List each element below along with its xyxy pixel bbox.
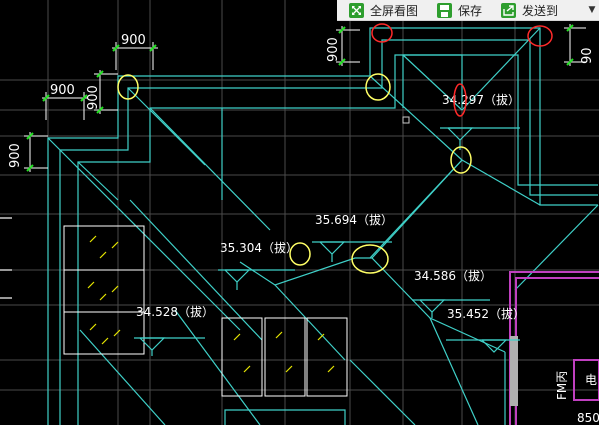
glazing-hatch xyxy=(87,235,335,373)
wall-lines xyxy=(509,271,599,425)
send-icon xyxy=(501,2,517,18)
dimension-label-top: 900 xyxy=(121,33,146,48)
room-label-fm: FM丙 xyxy=(555,371,569,400)
fullscreen-label: 全屏看图 xyxy=(370,3,419,18)
dimension-label-vertical-3: 900 xyxy=(326,37,341,62)
send-to-button[interactable]: 发送到 xyxy=(489,0,565,20)
send-label: 发送到 xyxy=(522,3,559,18)
elevation-label-4: 34.586（拔） xyxy=(414,268,492,283)
save-button[interactable]: 保存 xyxy=(425,0,489,20)
dimension-label-left: 900 xyxy=(50,83,75,98)
room-label-elec: 电 xyxy=(585,373,597,387)
fullscreen-icon xyxy=(349,2,364,18)
axis-ticks xyxy=(0,217,12,299)
room-label-num: 850 xyxy=(577,411,599,425)
fullscreen-button[interactable]: 全屏看图 xyxy=(337,0,425,20)
elevation-label-6: 35.452（拔） xyxy=(447,306,525,321)
save-icon xyxy=(437,2,453,18)
snap-marker xyxy=(402,116,410,124)
elevation-label-2: 35.694（拔） xyxy=(315,212,393,227)
elevation-label-5: 34.528（拔） xyxy=(136,304,214,319)
cad-drawing-canvas[interactable]: 34.297（拔） 35.694（拔） 35.304（拔） 34.586（拔） … xyxy=(0,0,599,425)
dimension-label-vertical-4: 90 xyxy=(580,47,595,64)
viewer-toolbar: 全屏看图 保存 发送到 ▼ xyxy=(337,0,599,21)
wall-block xyxy=(510,336,518,406)
dimension-label-vertical-1: 900 xyxy=(86,85,101,110)
save-label: 保存 xyxy=(458,3,483,18)
more-dropdown-icon[interactable]: ▼ xyxy=(585,5,599,15)
dimension-label-vertical-2: 900 xyxy=(8,143,23,168)
elevation-label-3: 35.304（拔） xyxy=(220,240,298,255)
